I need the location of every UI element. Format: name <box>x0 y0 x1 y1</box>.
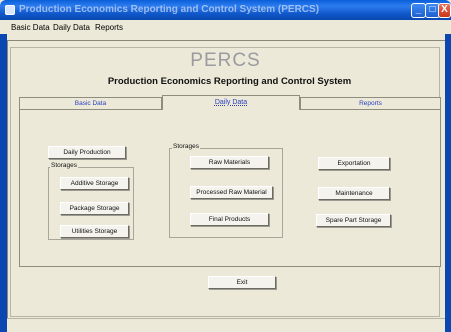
menu-bar: Basic Data Daily Data Reports <box>0 20 451 34</box>
daily-production-button[interactable]: Daily Production <box>48 146 126 159</box>
raw-materials-button[interactable]: Raw Materials <box>190 156 269 169</box>
app-logo-text: PERCS <box>190 50 261 71</box>
title-bar[interactable]: Production Economics Reporting and Contr… <box>0 0 451 20</box>
window-title: Production Economics Reporting and Contr… <box>19 4 320 15</box>
maintenance-button[interactable]: Maintenance <box>318 187 390 200</box>
spare-part-storage-button[interactable]: Spare Part Storage <box>316 214 391 227</box>
minimize-button[interactable]: _ <box>411 3 426 18</box>
exit-button[interactable]: Exit <box>208 276 276 289</box>
close-button[interactable]: X <box>438 3 451 18</box>
tab-daily-data[interactable]: Daily Data <box>162 95 300 110</box>
processed-raw-material-button[interactable]: Processed Raw Material <box>190 186 273 199</box>
tab-daily-data-label: Daily Data <box>214 99 248 106</box>
final-products-button[interactable]: Final Products <box>190 213 269 226</box>
status-strip <box>7 318 445 332</box>
package-storage-button[interactable]: Package Storage <box>60 202 129 215</box>
menu-basic-data[interactable]: Basic Data <box>11 23 50 32</box>
app-subtitle: Production Economics Reporting and Contr… <box>107 76 352 87</box>
left-storages-title: Storages <box>50 162 79 169</box>
app-icon <box>5 5 15 15</box>
tab-basic-data[interactable]: Basic Data <box>19 97 162 109</box>
menu-reports[interactable]: Reports <box>95 23 123 32</box>
app-window: Production Economics Reporting and Contr… <box>0 0 451 332</box>
middle-storages-title: Storages <box>172 143 201 150</box>
utilities-storage-button[interactable]: Utilities Storage <box>60 225 129 238</box>
additive-storage-button[interactable]: Additive Storage <box>60 177 129 190</box>
tab-reports[interactable]: Reports <box>300 97 441 109</box>
menu-daily-data[interactable]: Daily Data <box>53 23 90 32</box>
exportation-button[interactable]: Exportation <box>318 157 390 170</box>
